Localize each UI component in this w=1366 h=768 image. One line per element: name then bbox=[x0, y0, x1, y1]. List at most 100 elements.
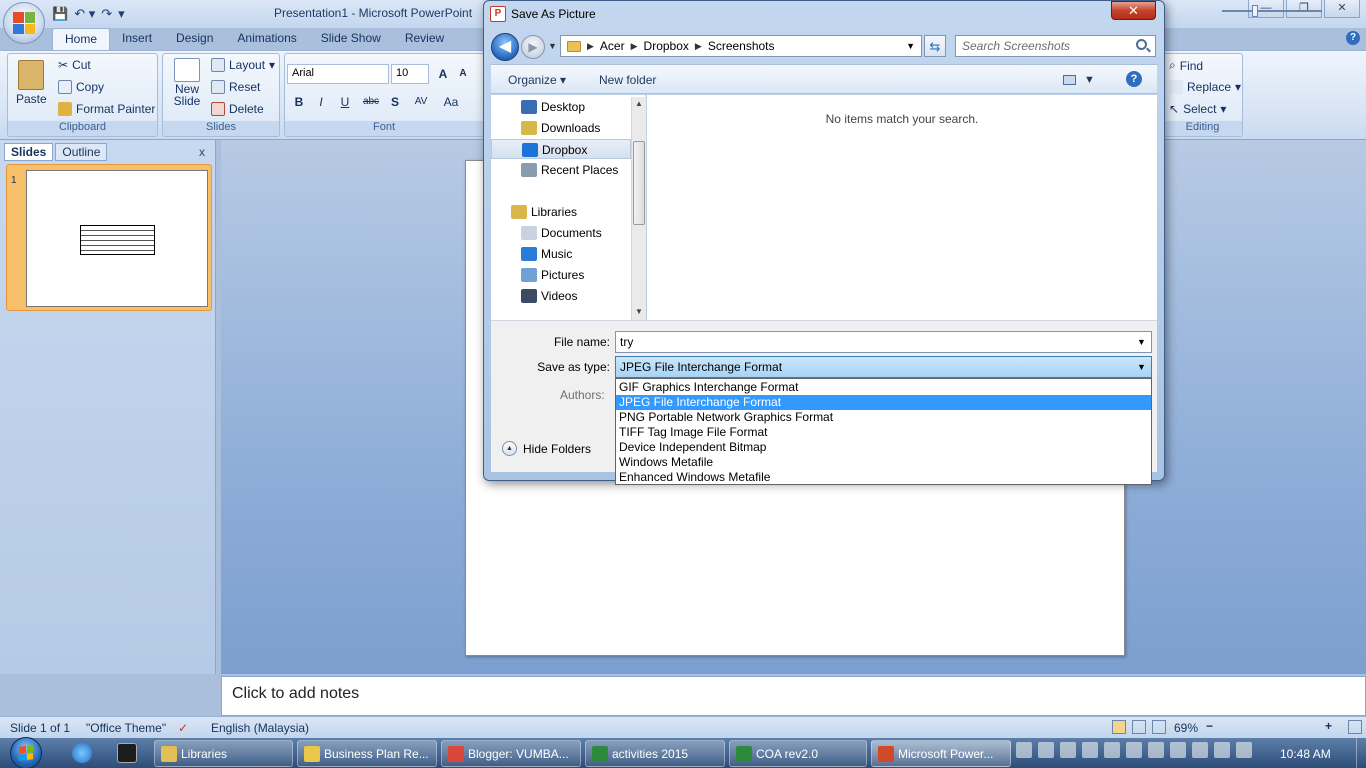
replace-button[interactable]: Replace ▾ bbox=[1169, 80, 1241, 94]
refresh-icon[interactable]: ⇆ bbox=[924, 35, 946, 57]
taskbar-button[interactable]: COA rev2.0 bbox=[729, 740, 867, 767]
nav-item-videos[interactable]: Videos bbox=[491, 286, 631, 306]
scroll-up-icon[interactable]: ▲ bbox=[635, 99, 643, 108]
tab-insert[interactable]: Insert bbox=[110, 28, 164, 50]
nav-item-pictures[interactable]: Pictures bbox=[491, 265, 631, 285]
tab-review[interactable]: Review bbox=[393, 28, 456, 50]
type-option[interactable]: GIF Graphics Interchange Format bbox=[616, 380, 1151, 395]
nav-item-music[interactable]: Music bbox=[491, 244, 631, 264]
taskbar-button[interactable]: Blogger: VUMBA... bbox=[441, 740, 581, 767]
taskbar-button[interactable]: activities 2015 bbox=[585, 740, 725, 767]
nav-item-documents[interactable]: Documents bbox=[491, 223, 631, 243]
type-option[interactable]: Enhanced Windows Metafile bbox=[616, 470, 1151, 485]
font-size-combo[interactable]: 10 bbox=[391, 64, 429, 84]
tray-icon[interactable] bbox=[1060, 742, 1076, 758]
normal-view-icon[interactable] bbox=[1112, 720, 1126, 734]
theme-status[interactable]: "Office Theme" bbox=[86, 721, 166, 735]
type-option[interactable]: PNG Portable Network Graphics Format bbox=[616, 410, 1151, 425]
spell-check-icon[interactable]: ✓ bbox=[178, 721, 188, 735]
shadow-button[interactable]: S bbox=[385, 92, 405, 112]
bold-button[interactable]: B bbox=[289, 92, 309, 112]
redo-icon[interactable]: ↷ bbox=[101, 6, 112, 22]
layout-button[interactable]: Layout ▾ bbox=[211, 58, 275, 72]
start-button[interactable] bbox=[10, 737, 42, 768]
pinned-app-icon[interactable] bbox=[117, 743, 137, 763]
nav-item-desktop[interactable]: Desktop bbox=[491, 97, 631, 117]
restore-button[interactable]: ❐ bbox=[1286, 0, 1322, 18]
zoom-slider-thumb[interactable] bbox=[1252, 5, 1258, 17]
tab-design[interactable]: Design bbox=[164, 28, 225, 50]
recent-locations-dropdown-icon[interactable]: ▼ bbox=[548, 41, 557, 51]
office-button[interactable] bbox=[3, 2, 45, 44]
type-option[interactable]: TIFF Tag Image File Format bbox=[616, 425, 1151, 440]
cut-button[interactable]: ✂ Cut bbox=[58, 58, 91, 72]
nav-item-libraries[interactable]: Libraries bbox=[491, 202, 631, 222]
address-dropdown-icon[interactable]: ▼ bbox=[906, 41, 915, 51]
tab-slide-show[interactable]: Slide Show bbox=[309, 28, 393, 50]
tray-icon[interactable] bbox=[1170, 742, 1186, 758]
nav-item-recent-places[interactable]: Recent Places bbox=[491, 160, 631, 180]
address-bar[interactable]: ▶ Acer ▶ Dropbox ▶ Screenshots ▼ bbox=[560, 35, 922, 57]
undo-icon[interactable]: ↶ ▾ bbox=[74, 6, 95, 22]
underline-button[interactable]: U bbox=[335, 92, 355, 112]
copy-button[interactable]: Copy bbox=[58, 80, 104, 94]
close-window-button[interactable]: ✕ bbox=[1324, 0, 1360, 18]
chrome-tray-icon[interactable] bbox=[1104, 742, 1120, 758]
internet-explorer-icon[interactable] bbox=[72, 743, 92, 763]
search-icon[interactable] bbox=[1136, 39, 1147, 50]
tray-icon[interactable] bbox=[1016, 742, 1032, 758]
delete-button[interactable]: Delete bbox=[211, 102, 264, 116]
breadcrumb-dropbox[interactable]: Dropbox bbox=[644, 39, 689, 53]
taskbar-button[interactable]: Microsoft Power... bbox=[871, 740, 1011, 767]
network-icon[interactable] bbox=[1214, 742, 1230, 758]
organize-button[interactable]: Organize ▾ bbox=[508, 73, 566, 87]
breadcrumb-screenshots[interactable]: Screenshots bbox=[708, 39, 775, 53]
taskbar-button[interactable]: Business Plan Re... bbox=[297, 740, 437, 767]
new-folder-button[interactable]: New folder bbox=[599, 73, 656, 87]
slide-show-view-icon[interactable] bbox=[1152, 720, 1166, 734]
paste-button[interactable]: Paste bbox=[16, 60, 47, 106]
volume-icon[interactable] bbox=[1236, 742, 1252, 758]
type-option[interactable]: JPEG File Interchange Format bbox=[616, 395, 1151, 410]
zoom-out-button[interactable]: − bbox=[1206, 719, 1213, 733]
nav-item-dropbox[interactable]: Dropbox bbox=[491, 139, 631, 159]
show-desktop-button[interactable] bbox=[1356, 738, 1366, 768]
grow-font-button[interactable]: A bbox=[433, 64, 453, 84]
scroll-down-icon[interactable]: ▼ bbox=[635, 307, 643, 316]
breadcrumb-acer[interactable]: Acer bbox=[600, 39, 625, 53]
new-slide-button[interactable]: New Slide bbox=[169, 58, 205, 107]
font-name-combo[interactable]: Arial bbox=[287, 64, 389, 84]
italic-button[interactable]: I bbox=[311, 92, 331, 112]
flag-icon[interactable] bbox=[1192, 742, 1208, 758]
file-name-input[interactable]: try bbox=[615, 331, 1152, 353]
select-button[interactable]: ↖ Select ▾ bbox=[1169, 102, 1226, 116]
monitor-icon[interactable] bbox=[1148, 742, 1164, 758]
dialog-close-button[interactable]: ✕ bbox=[1111, 1, 1156, 20]
help-icon[interactable]: ? bbox=[1346, 31, 1360, 45]
type-option[interactable]: Windows Metafile bbox=[616, 455, 1151, 470]
back-button[interactable]: ◀ bbox=[491, 33, 519, 61]
slide-sorter-icon[interactable] bbox=[1132, 720, 1146, 734]
tab-slides[interactable]: Slides bbox=[4, 143, 54, 161]
save-icon[interactable]: 💾 bbox=[52, 6, 68, 22]
zoom-level[interactable]: 69% bbox=[1174, 721, 1198, 735]
file-list[interactable] bbox=[647, 95, 1157, 320]
find-button[interactable]: ⌕ Find bbox=[1169, 58, 1203, 73]
change-case-button[interactable]: Aa bbox=[439, 92, 463, 112]
character-spacing-button[interactable]: AV bbox=[409, 92, 433, 112]
shrink-font-button[interactable]: A bbox=[453, 64, 473, 84]
fit-to-window-icon[interactable] bbox=[1348, 720, 1362, 734]
tray-icon[interactable] bbox=[1126, 742, 1142, 758]
nav-item-downloads[interactable]: Downloads bbox=[491, 118, 631, 138]
clock[interactable]: 10:48 AM bbox=[1280, 747, 1331, 761]
zoom-in-button[interactable]: + bbox=[1325, 719, 1332, 733]
notes-pane[interactable]: Click to add notes bbox=[221, 676, 1366, 716]
zoom-slider-track[interactable] bbox=[1222, 10, 1322, 12]
format-painter-button[interactable]: Format Painter bbox=[58, 102, 155, 116]
tab-outline[interactable]: Outline bbox=[55, 143, 108, 161]
save-as-type-select[interactable]: JPEG File Interchange Format bbox=[615, 356, 1152, 378]
search-input[interactable]: Search Screenshots bbox=[955, 35, 1156, 57]
language-status[interactable]: English (Malaysia) bbox=[211, 721, 309, 735]
tab-home[interactable]: Home bbox=[52, 28, 111, 50]
reset-button[interactable]: Reset bbox=[211, 80, 260, 94]
